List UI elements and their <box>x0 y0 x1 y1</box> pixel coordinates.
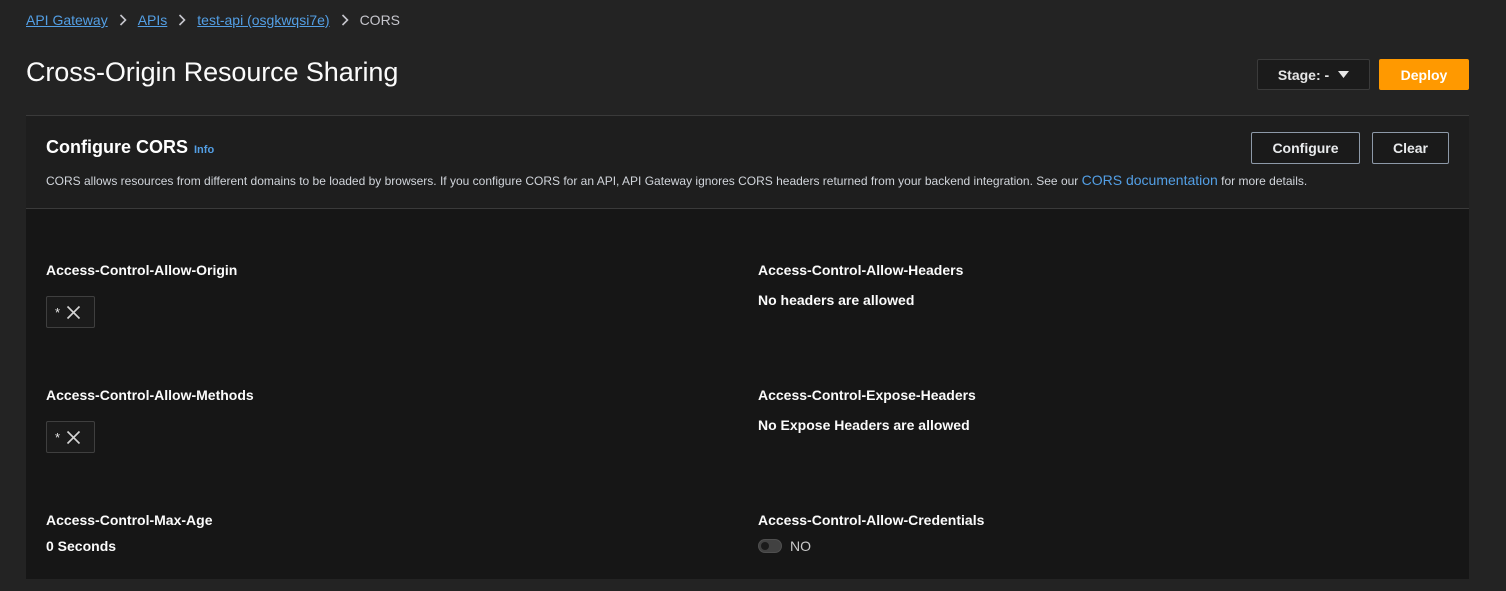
allow-methods-label: Access-Control-Allow-Methods <box>46 387 254 403</box>
stage-dropdown-label: Stage: - <box>1277 66 1330 83</box>
chevron-right-icon <box>341 14 349 26</box>
page-title: Cross-Origin Resource Sharing <box>26 57 399 87</box>
allow-credentials-label: Access-Control-Allow-Credentials <box>758 512 985 528</box>
allow-credentials-control: NO <box>758 538 811 554</box>
expose-headers-value: No Expose Headers are allowed <box>758 417 970 433</box>
allow-methods-token: * <box>46 421 95 453</box>
breadcrumb-link-api-gateway[interactable]: API Gateway <box>26 12 108 28</box>
description-suffix: for more details. <box>1221 174 1308 188</box>
allow-origin-token: * <box>46 296 95 328</box>
expose-headers-label: Access-Control-Expose-Headers <box>758 387 976 403</box>
close-icon[interactable] <box>66 430 81 445</box>
configure-button[interactable]: Configure <box>1251 132 1360 164</box>
chevron-right-icon <box>178 14 186 26</box>
cors-config-panel: Configure CORS Info CORS allows resource… <box>26 115 1469 579</box>
breadcrumb-current: CORS <box>359 12 401 28</box>
allow-origin-label: Access-Control-Allow-Origin <box>46 262 238 278</box>
max-age-label: Access-Control-Max-Age <box>46 512 213 528</box>
deploy-button[interactable]: Deploy <box>1379 59 1469 90</box>
panel-header: Configure CORS Info CORS allows resource… <box>26 115 1469 209</box>
breadcrumb-link-test-api[interactable]: test-api (osgkwqsi7e) <box>197 12 329 28</box>
caret-down-icon <box>1338 70 1350 79</box>
panel-title-text: Configure CORS <box>46 137 188 157</box>
clear-button[interactable]: Clear <box>1372 132 1449 164</box>
panel-description: CORS allows resources from different dom… <box>46 172 1307 188</box>
breadcrumb-link-apis[interactable]: APIs <box>138 12 168 28</box>
stage-dropdown[interactable]: Stage: - <box>1257 59 1370 90</box>
breadcrumb: API Gateway APIs test-api (osgkwqsi7e) C… <box>26 12 400 28</box>
allow-headers-value: No headers are allowed <box>758 292 915 308</box>
panel-title: Configure CORS Info <box>46 137 214 158</box>
allow-credentials-toggle[interactable] <box>758 539 782 553</box>
allow-methods-token-value: * <box>55 429 61 445</box>
allow-origin-token-value: * <box>55 304 61 320</box>
allow-credentials-value: NO <box>790 538 811 554</box>
allow-headers-label: Access-Control-Allow-Headers <box>758 262 964 278</box>
description-text: CORS allows resources from different dom… <box>46 174 1079 188</box>
chevron-right-icon <box>119 14 127 26</box>
close-icon[interactable] <box>66 305 81 320</box>
cors-documentation-link[interactable]: CORS documentation <box>1082 172 1218 188</box>
info-link[interactable]: Info <box>194 144 214 156</box>
max-age-value: 0 Seconds <box>46 538 117 554</box>
